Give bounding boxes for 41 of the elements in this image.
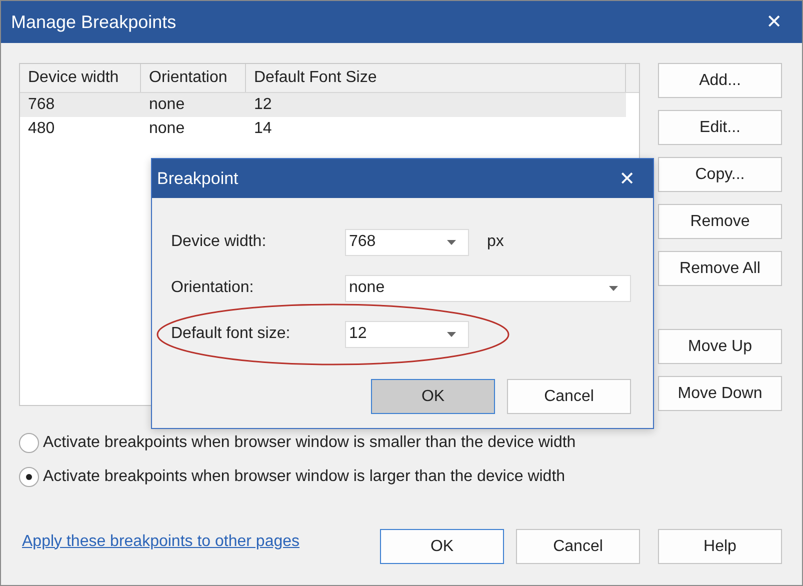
side-button[interactable]: Edit... bbox=[658, 110, 782, 145]
dropdown-field[interactable]: none bbox=[345, 274, 631, 302]
side-button[interactable]: Remove bbox=[658, 204, 782, 239]
apply-link[interactable]: Apply these breakpoints to other pages bbox=[22, 532, 300, 550]
dropdown-field[interactable]: 12 bbox=[345, 320, 469, 348]
column-header[interactable]: Default Font Size bbox=[246, 64, 626, 92]
side-button[interactable]: Remove All bbox=[658, 251, 782, 286]
table-cell-text: none bbox=[148, 95, 186, 115]
table-cell-text: none bbox=[148, 119, 186, 139]
column-header[interactable]: Device width bbox=[20, 64, 141, 92]
dialog-button[interactable]: OK bbox=[380, 529, 504, 564]
dialog-button[interactable]: OK bbox=[371, 379, 495, 414]
dialog-button[interactable]: Help bbox=[658, 529, 782, 564]
caret-icon bbox=[447, 332, 456, 336]
caret-icon bbox=[609, 286, 618, 290]
caret-icon bbox=[447, 240, 456, 244]
side-button[interactable]: Copy... bbox=[658, 157, 782, 192]
dropdown-field[interactable]: 768 bbox=[345, 228, 469, 256]
window-title: Manage Breakpoints bbox=[11, 12, 176, 32]
side-button[interactable]: Move Down bbox=[658, 376, 782, 411]
field-label: Default font size: bbox=[171, 325, 292, 343]
unit-label: px bbox=[487, 233, 504, 251]
dialog-title: Breakpoint bbox=[157, 168, 238, 188]
radio-label: Activate breakpoints when browser window is larger than the device width bbox=[43, 468, 566, 486]
column-header[interactable]: Orientation bbox=[141, 64, 246, 92]
table-cell-text: 12 bbox=[253, 95, 273, 115]
radio-button[interactable] bbox=[19, 433, 39, 453]
side-button[interactable]: Add... bbox=[658, 63, 782, 98]
dialog-button[interactable]: Cancel bbox=[516, 529, 640, 564]
table-cell-text: 14 bbox=[253, 119, 273, 139]
field-label: Orientation: bbox=[171, 279, 255, 297]
side-button[interactable]: Move Up bbox=[658, 329, 782, 364]
close-button[interactable]: ✕ bbox=[762, 11, 786, 33]
table-cell-text: 768 bbox=[27, 95, 56, 115]
radio-label: Activate breakpoints when browser window is smaller than the device width bbox=[43, 434, 576, 452]
field-label: Device width: bbox=[171, 233, 268, 251]
radio-button[interactable] bbox=[19, 467, 39, 487]
dialog-button[interactable]: Cancel bbox=[507, 379, 631, 414]
table-cell-text: 480 bbox=[27, 119, 56, 139]
close-button[interactable]: ✕ bbox=[615, 168, 639, 190]
list-row[interactable]: 768 none 12 bbox=[20, 93, 626, 117]
